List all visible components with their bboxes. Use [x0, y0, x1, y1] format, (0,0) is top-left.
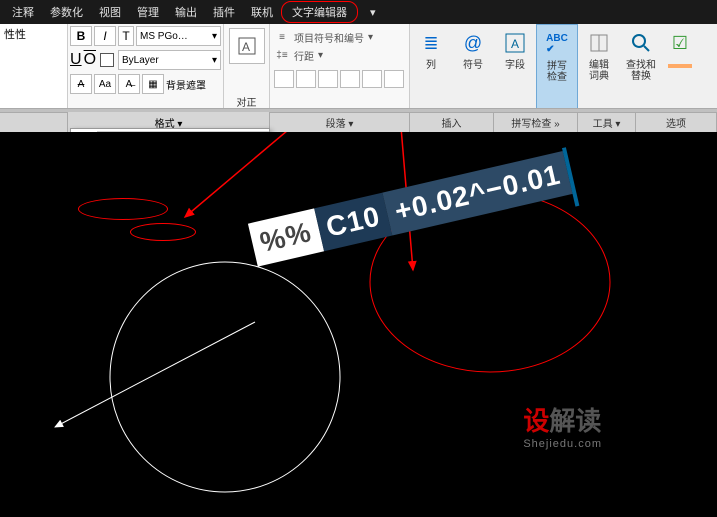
- drawing-canvas[interactable]: [0, 132, 717, 512]
- bullets-row[interactable]: ≡项目符号和编号 ▾: [274, 28, 405, 46]
- search-icon: [626, 28, 656, 58]
- menu-item[interactable]: 参数化: [42, 0, 91, 24]
- spellcheck-icon: ABC✔: [542, 29, 572, 59]
- find-replace-button[interactable]: 查找和替换: [620, 24, 662, 111]
- group-insert[interactable]: 插入: [410, 113, 494, 132]
- layer-select[interactable]: ByLayer▾: [118, 50, 221, 70]
- symbol-button[interactable]: @ 符号: [452, 24, 494, 111]
- watermark: 设解读 Shejiedu.com: [523, 401, 602, 450]
- column-button[interactable]: ≣ 列: [410, 24, 452, 111]
- align-button[interactable]: A: [229, 28, 265, 64]
- checkbox-icon: ☑: [665, 28, 695, 58]
- bullets-icon: ≡: [274, 30, 290, 44]
- para-more-button[interactable]: [384, 70, 404, 88]
- ribbon-buttons: ≣ 列 @ 符号 A 字段 ABC✔ 拼写检查 编辑词典 查找和替换: [410, 24, 698, 111]
- ribbon-left-panel: 性性: [0, 24, 68, 111]
- ribbon-format-panel: B I T MS PGo…▾ U O ByLayer▾ A Aa A̶ ▦ 背景…: [68, 24, 224, 111]
- menu-item[interactable]: 注释: [4, 0, 42, 24]
- group-options[interactable]: 选项: [636, 113, 717, 132]
- svg-text:A: A: [242, 40, 250, 54]
- book-icon: [584, 28, 614, 58]
- color-swatch[interactable]: [100, 53, 114, 67]
- linespacing-icon: ‡≡: [274, 48, 290, 62]
- overline-button[interactable]: O: [84, 51, 96, 69]
- justify-button[interactable]: [340, 70, 360, 88]
- case-button[interactable]: Aa: [94, 74, 116, 94]
- font-picker-icon[interactable]: T: [118, 26, 134, 46]
- text-seg-prefix: %%: [248, 209, 324, 267]
- mask-icon[interactable]: ▦: [142, 74, 164, 94]
- ribbon: 性性 B I T MS PGo…▾ U O ByLayer▾ A Aa A̶ ▦…: [0, 24, 717, 112]
- align-left-button[interactable]: [274, 70, 294, 88]
- ribbon-align-panel: A 对正: [224, 24, 270, 111]
- at-icon: @: [458, 28, 488, 58]
- ribbon-paragraph-panel: ≡项目符号和编号 ▾ ‡≡行距 ▾: [270, 24, 410, 111]
- dictionary-button[interactable]: 编辑词典: [578, 24, 620, 111]
- column-icon: ≣: [416, 28, 446, 58]
- linespacing-row[interactable]: ‡≡行距 ▾: [274, 46, 405, 64]
- group-paragraph[interactable]: 段落 ▾: [270, 113, 410, 132]
- text-seg-mid: C10: [314, 193, 392, 252]
- align-icon: A: [235, 34, 259, 58]
- checkbox-option[interactable]: ☑: [662, 24, 698, 111]
- menu-item[interactable]: 插件: [205, 0, 243, 24]
- align-center-button[interactable]: [296, 70, 316, 88]
- menu-item[interactable]: 管理: [129, 0, 167, 24]
- panel-label: 性性: [4, 26, 63, 42]
- spellcheck-button[interactable]: ABC✔ 拼写检查: [536, 24, 578, 111]
- group-spellcheck[interactable]: 拼写检查 »: [494, 113, 578, 132]
- field-button[interactable]: A 字段: [494, 24, 536, 111]
- italic-button[interactable]: I: [94, 26, 116, 46]
- field-icon: A: [500, 28, 530, 58]
- canvas-svg: [0, 132, 717, 512]
- bold-button[interactable]: B: [70, 26, 92, 46]
- menu-item[interactable]: 视图: [91, 0, 129, 24]
- underline-button[interactable]: U: [70, 51, 82, 69]
- clear-format-button[interactable]: A̶: [118, 74, 140, 94]
- menu-item[interactable]: 输出: [167, 0, 205, 24]
- svg-text:A: A: [511, 37, 519, 51]
- menu-bar: 注释 参数化 视图 管理 输出 插件 联机 文字编辑器 ▾: [0, 0, 717, 24]
- align-right-button[interactable]: [318, 70, 338, 88]
- group-tools[interactable]: 工具 ▾: [578, 113, 636, 132]
- menu-collapse-icon[interactable]: ▾: [362, 2, 384, 23]
- menu-item-text-editor[interactable]: 文字编辑器: [281, 1, 358, 23]
- font-select[interactable]: MS PGo…▾: [136, 26, 221, 46]
- menu-item[interactable]: 联机: [243, 0, 281, 24]
- mask-label[interactable]: 背景遮罩: [166, 77, 206, 92]
- strike-button[interactable]: A: [70, 74, 92, 94]
- distribute-button[interactable]: [362, 70, 382, 88]
